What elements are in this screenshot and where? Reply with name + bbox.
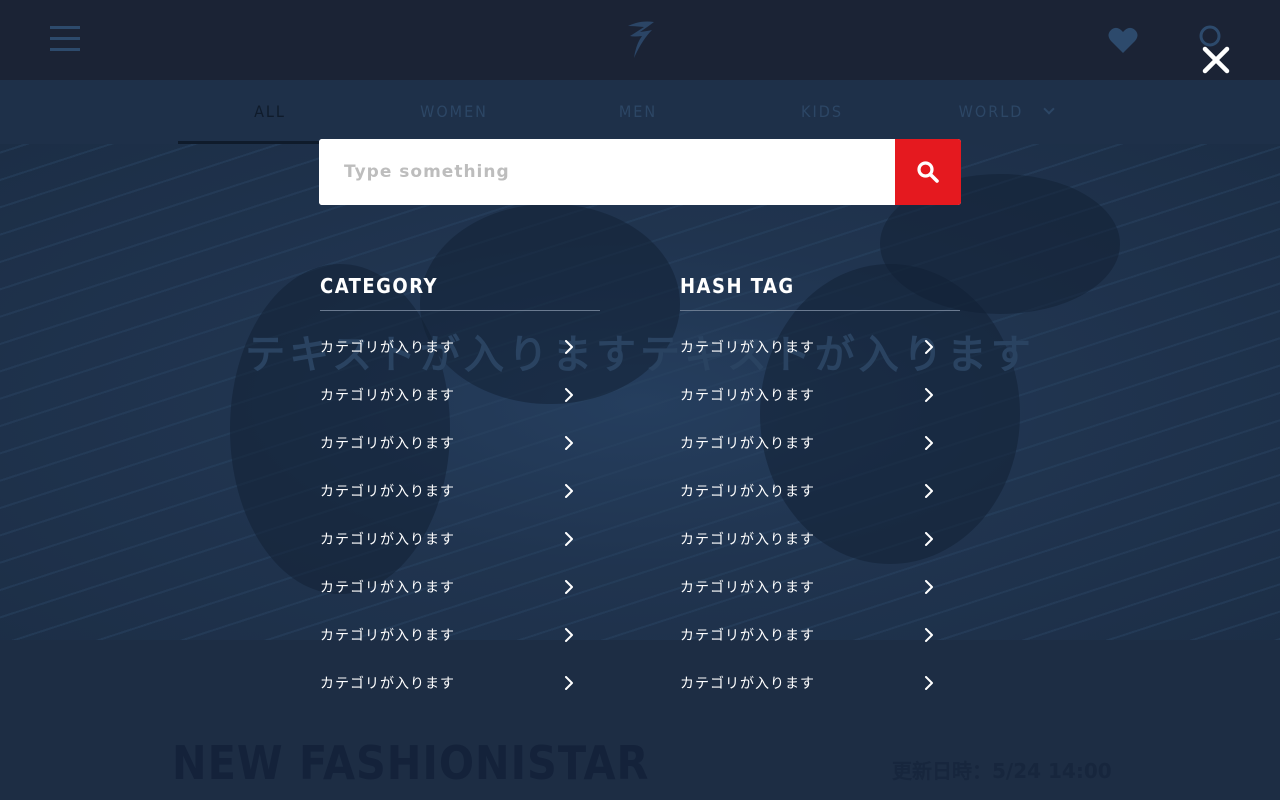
hashtag-column: HASH TAG カテゴリが入ります カテゴリが入ります カテゴリが入ります カテゴリ… [680,268,960,707]
hashtag-list: カテゴリが入ります カテゴリが入ります カテゴリが入ります カテゴリが入ります カテゴリ… [680,323,960,707]
search-bar [319,139,961,205]
chevron-right-icon [925,436,933,450]
chevron-right-icon [565,388,573,402]
hashtag-list-item[interactable]: カテゴリが入ります [680,419,960,467]
nav-tab-all[interactable]: ALL [178,80,362,144]
chevron-right-icon [925,580,933,594]
hero-headline: テキストが入りますテキストが入ります [245,332,1035,378]
hashtag-list-item[interactable]: カテゴリが入ります [680,515,960,563]
category-list-item-label: カテゴリが入ります [320,532,455,548]
category-list-item[interactable]: カテゴリが入ります [320,659,600,707]
category-list-item-label: カテゴリが入ります [320,676,455,692]
hashtag-list-item-label: カテゴリが入ります [680,628,815,644]
category-nav: ALL WOMEN MEN KIDS WORLD [0,80,1280,144]
chevron-right-icon [565,436,573,450]
nav-tab-men[interactable]: MEN [546,80,730,144]
chevron-right-icon [565,484,573,498]
chevron-right-icon [925,388,933,402]
category-list-item[interactable]: カテゴリが入ります [320,611,600,659]
category-list-item-label: カテゴリが入ります [320,580,455,596]
category-list-item[interactable]: カテゴリが入ります [320,419,600,467]
chevron-right-icon [565,532,573,546]
hashtag-list-item[interactable]: カテゴリが入ります [680,563,960,611]
search-input[interactable] [319,139,895,205]
chevron-right-icon [925,676,933,690]
top-header [0,0,1280,80]
hashtag-list-item[interactable]: カテゴリが入ります [680,659,960,707]
close-icon[interactable] [1196,40,1236,80]
category-list: カテゴリが入ります カテゴリが入ります カテゴリが入ります カテゴリが入ります カテゴリ… [320,323,600,707]
chevron-right-icon [565,340,573,354]
updated-timestamp: 更新日時：5/24 14:00 [892,759,1112,783]
hashtag-list-item-label: カテゴリが入ります [680,340,815,356]
brand-logo-icon[interactable] [622,18,658,62]
chevron-right-icon [925,628,933,642]
hashtag-list-item-label: カテゴリが入ります [680,484,815,500]
hamburger-menu-icon[interactable] [50,26,80,52]
chevron-right-icon [925,532,933,546]
hashtag-heading: HASH TAG [680,268,960,311]
hero-banner: テキストが入りますテキストが入ります [0,144,1280,640]
heart-icon[interactable] [1108,26,1138,54]
category-list-item-label: カテゴリが入ります [320,628,455,644]
search-icon [917,161,939,183]
hashtag-list-item-label: カテゴリが入ります [680,532,815,548]
hashtag-list-item-label: カテゴリが入ります [680,388,815,404]
category-list-item[interactable]: カテゴリが入ります [320,323,600,371]
hashtag-list-item-label: カテゴリが入ります [680,580,815,596]
chevron-right-icon [925,484,933,498]
nav-tab-women[interactable]: WOMEN [362,80,546,144]
content-section: NEW FASHIONISTAR 更新日時：5/24 14:00 [0,640,1280,800]
chevron-down-icon [1043,103,1055,115]
hashtag-list-item[interactable]: カテゴリが入ります [680,467,960,515]
hashtag-list-item[interactable]: カテゴリが入ります [680,611,960,659]
chevron-right-icon [565,580,573,594]
category-list-item-label: カテゴリが入ります [320,388,455,404]
search-button[interactable] [895,139,961,205]
category-heading: CATEGORY [320,268,600,311]
category-list-item[interactable]: カテゴリが入ります [320,467,600,515]
hashtag-list-item-label: カテゴリが入ります [680,676,815,692]
hashtag-list-item[interactable]: カテゴリが入ります [680,323,960,371]
category-column: CATEGORY カテゴリが入ります カテゴリが入ります カテゴリが入ります カテゴリ… [320,268,600,707]
chevron-right-icon [565,676,573,690]
category-list-item[interactable]: カテゴリが入ります [320,515,600,563]
category-list-item[interactable]: カテゴリが入ります [320,371,600,419]
category-list-item-label: カテゴリが入ります [320,484,455,500]
hashtag-list-item[interactable]: カテゴリが入ります [680,371,960,419]
nav-tab-kids[interactable]: KIDS [730,80,914,144]
category-list-item-label: カテゴリが入ります [320,340,455,356]
chevron-right-icon [925,340,933,354]
chevron-right-icon [565,628,573,642]
category-list-item-label: カテゴリが入ります [320,436,455,452]
hashtag-list-item-label: カテゴリが入ります [680,436,815,452]
section-title: NEW FASHIONISTAR [172,736,650,790]
category-list-item[interactable]: カテゴリが入ります [320,563,600,611]
nav-tab-world[interactable]: WORLD [914,80,1098,144]
